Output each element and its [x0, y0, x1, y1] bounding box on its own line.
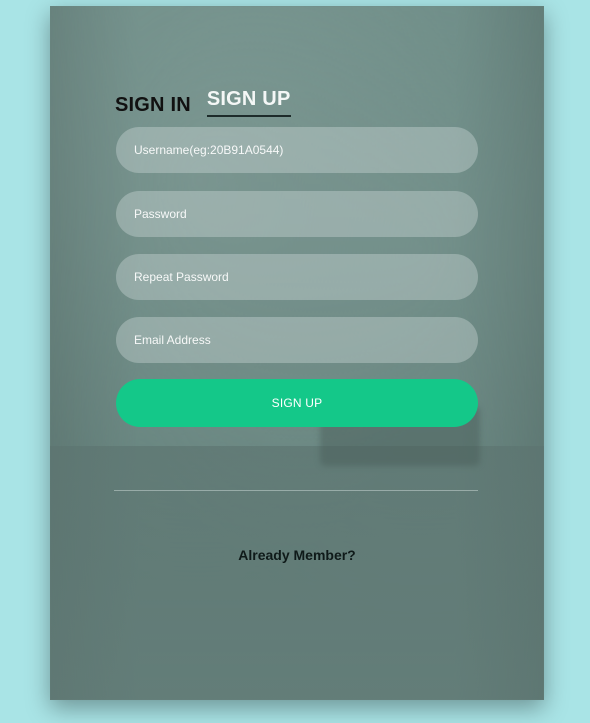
already-member-link[interactable]: Already Member? [50, 547, 544, 563]
repeat-password-field[interactable] [116, 254, 478, 300]
sign-up-button[interactable]: SIGN UP [116, 379, 478, 427]
auth-tabs: SIGN IN SIGN UP [115, 88, 291, 117]
password-field[interactable] [116, 191, 478, 237]
background-road [50, 446, 544, 700]
tab-sign-in[interactable]: SIGN IN [115, 94, 191, 117]
divider [114, 490, 478, 491]
email-field[interactable] [116, 317, 478, 363]
tab-sign-up[interactable]: SIGN UP [206, 88, 291, 117]
username-field[interactable] [116, 127, 478, 173]
signup-card: SIGN IN SIGN UP SIGN UP Already Member? [50, 6, 544, 700]
